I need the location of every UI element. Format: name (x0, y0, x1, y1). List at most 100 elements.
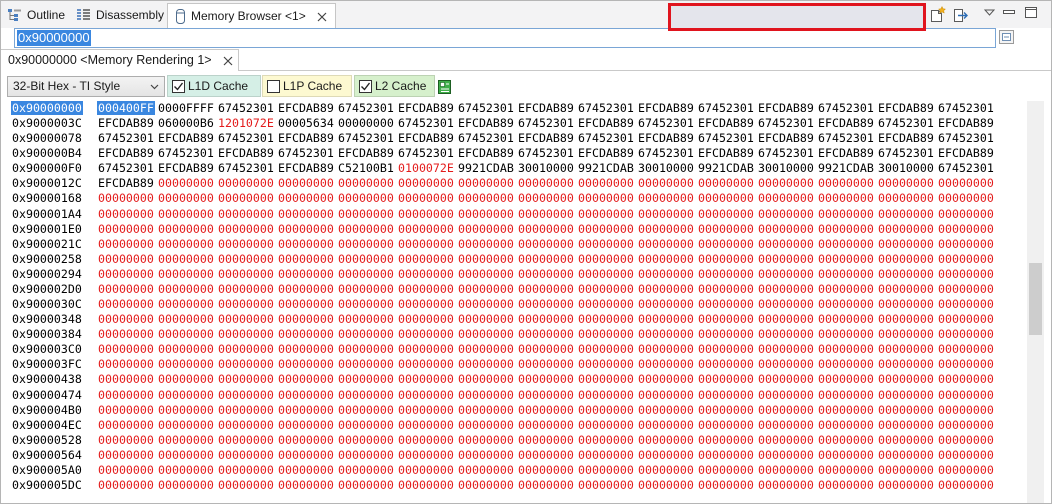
memory-word[interactable]: 00000000 (577, 191, 635, 205)
memory-word[interactable]: 00000000 (217, 463, 275, 477)
memory-word[interactable]: 00000000 (277, 372, 335, 386)
memory-word[interactable]: 00000000 (457, 327, 515, 341)
memory-address[interactable]: 0x900005DC (11, 478, 83, 492)
memory-word[interactable]: 00000000 (457, 418, 515, 432)
memory-word[interactable]: 67452301 (937, 161, 995, 175)
memory-word[interactable]: 00000000 (637, 222, 695, 236)
memory-word[interactable]: 30010000 (517, 161, 575, 175)
memory-word[interactable]: 00000000 (937, 463, 995, 477)
memory-word[interactable]: 00000000 (457, 403, 515, 417)
l1d-cache-checkbox[interactable]: L1D Cache (167, 75, 261, 97)
memory-word[interactable]: 00000000 (337, 252, 395, 266)
memory-word[interactable]: 00000000 (937, 388, 995, 402)
memory-word[interactable]: 00000000 (517, 222, 575, 236)
memory-word[interactable]: 00000000 (277, 267, 335, 281)
memory-word[interactable]: 00000000 (457, 176, 515, 190)
memory-word[interactable]: 00000000 (577, 237, 635, 251)
memory-word[interactable]: 00000000 (397, 388, 455, 402)
memory-word[interactable]: 00000000 (757, 403, 815, 417)
memory-word[interactable]: 000400FF (97, 101, 155, 115)
memory-word[interactable]: 00000000 (217, 267, 275, 281)
memory-word[interactable]: 00000000 (277, 478, 335, 492)
memory-word[interactable]: 00000000 (217, 372, 275, 386)
memory-address[interactable]: 0x900002D0 (11, 282, 83, 296)
memory-word[interactable]: 00000000 (817, 448, 875, 462)
memory-word[interactable]: 00000000 (637, 282, 695, 296)
memory-word[interactable]: 00000000 (217, 418, 275, 432)
memory-word[interactable]: 00000000 (97, 463, 155, 477)
memory-word[interactable]: 00000000 (337, 372, 395, 386)
memory-word[interactable]: 00000000 (277, 418, 335, 432)
go-button[interactable] (998, 29, 1017, 47)
memory-word[interactable]: EFCDAB89 (757, 101, 815, 115)
memory-word[interactable]: EFCDAB89 (817, 116, 875, 130)
memory-word[interactable]: 00000000 (817, 191, 875, 205)
memory-word[interactable]: 00000000 (157, 327, 215, 341)
new-memory-view-icon[interactable] (929, 6, 946, 23)
memory-word[interactable]: 00000000 (397, 418, 455, 432)
memory-word[interactable]: 00000000 (157, 403, 215, 417)
memory-word[interactable]: 00000000 (157, 252, 215, 266)
memory-word[interactable]: 00000000 (517, 282, 575, 296)
memory-word[interactable]: 00000000 (517, 342, 575, 356)
memory-word[interactable]: 00000000 (817, 176, 875, 190)
memory-word[interactable]: 00000000 (457, 282, 515, 296)
memory-word[interactable]: 00000000 (937, 312, 995, 326)
memory-word[interactable]: 00000000 (217, 403, 275, 417)
memory-word[interactable]: 00000000 (937, 403, 995, 417)
memory-word[interactable]: 00000000 (157, 357, 215, 371)
memory-word[interactable]: 00000000 (637, 191, 695, 205)
memory-word[interactable]: 00000000 (337, 222, 395, 236)
close-icon[interactable] (317, 12, 327, 22)
memory-word[interactable]: 00000000 (217, 388, 275, 402)
memory-word[interactable]: 00000000 (157, 418, 215, 432)
memory-word[interactable]: 00000000 (697, 312, 755, 326)
memory-word[interactable]: 00000000 (157, 448, 215, 462)
memory-word[interactable]: 00000000 (337, 267, 395, 281)
memory-word[interactable]: 00000000 (457, 357, 515, 371)
memory-word[interactable]: 00000000 (157, 463, 215, 477)
scrollbar-thumb[interactable] (1029, 262, 1042, 336)
memory-word[interactable]: 00000000 (577, 418, 635, 432)
memory-word[interactable]: 00000000 (577, 252, 635, 266)
memory-word[interactable]: EFCDAB89 (457, 146, 515, 160)
memory-word[interactable]: 00000000 (217, 282, 275, 296)
memory-word[interactable]: 00000000 (817, 312, 875, 326)
memory-word[interactable]: 00000000 (877, 282, 935, 296)
memory-word[interactable]: 00000000 (877, 448, 935, 462)
memory-word[interactable]: 00000000 (697, 327, 755, 341)
memory-word[interactable]: 00000000 (457, 297, 515, 311)
memory-word[interactable]: 67452301 (457, 101, 515, 115)
memory-word[interactable]: 00000000 (517, 357, 575, 371)
memory-word[interactable]: 00000000 (877, 357, 935, 371)
memory-address[interactable]: 0x90000564 (11, 448, 83, 462)
memory-word[interactable]: 00000000 (937, 418, 995, 432)
memory-word[interactable]: 00000000 (877, 297, 935, 311)
memory-word[interactable]: 00000000 (637, 418, 695, 432)
memory-word[interactable]: 00000000 (97, 207, 155, 221)
memory-word[interactable]: 00000000 (817, 267, 875, 281)
memory-word[interactable]: 00000000 (397, 191, 455, 205)
memory-word[interactable]: 00000000 (397, 463, 455, 477)
memory-word[interactable]: 00000000 (697, 191, 755, 205)
memory-word[interactable]: 00000000 (457, 448, 515, 462)
memory-word[interactable]: 00000000 (217, 478, 275, 492)
memory-word[interactable]: 67452301 (757, 146, 815, 160)
memory-word[interactable]: 00000000 (937, 357, 995, 371)
memory-address[interactable]: 0x90000438 (11, 372, 83, 386)
memory-word[interactable]: 00000000 (877, 478, 935, 492)
memory-word[interactable]: 00005634 (277, 116, 335, 130)
memory-word[interactable]: 00000000 (877, 388, 935, 402)
memory-word[interactable]: 00000000 (337, 388, 395, 402)
memory-word[interactable]: 00000000 (637, 312, 695, 326)
tab-memory-browser[interactable]: Memory Browser <1> (167, 3, 336, 28)
memory-address[interactable]: 0x90000294 (11, 267, 83, 281)
memory-word[interactable]: 00000000 (517, 297, 575, 311)
memory-word[interactable]: 00000000 (277, 191, 335, 205)
memory-word[interactable]: 00000000 (517, 327, 575, 341)
memory-word[interactable]: 00000000 (517, 372, 575, 386)
memory-word[interactable]: 00000000 (457, 267, 515, 281)
memory-word[interactable]: 00000000 (577, 448, 635, 462)
memory-word[interactable]: 00000000 (457, 433, 515, 447)
memory-address[interactable]: 0x90000258 (11, 252, 83, 266)
